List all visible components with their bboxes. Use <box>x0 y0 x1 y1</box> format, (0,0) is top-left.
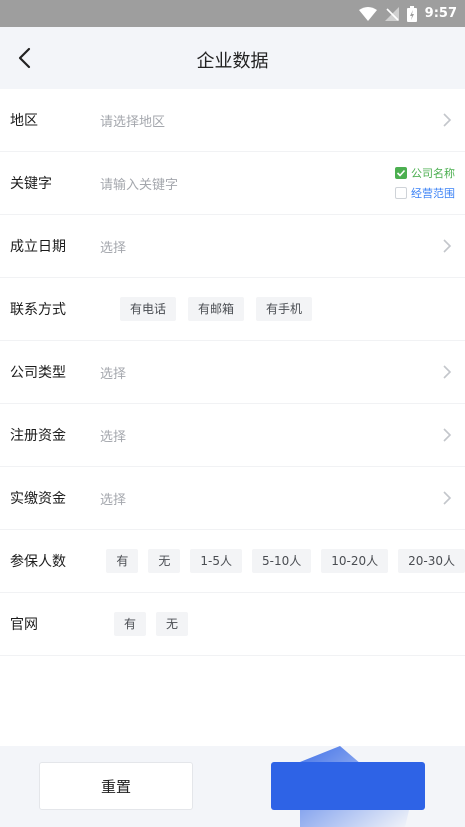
registered-capital-row[interactable]: 注册资金 选择 <box>0 404 465 467</box>
company-type-select[interactable]: 选择 <box>100 363 126 382</box>
chip-has-mobile[interactable]: 有手机 <box>256 297 313 321</box>
battery-icon <box>406 5 417 22</box>
chip-website-no[interactable]: 无 <box>156 612 189 636</box>
status-time: 9:57 <box>424 6 457 21</box>
keyword-label: 关键字 <box>10 176 52 192</box>
chip-has-email[interactable]: 有邮箱 <box>188 297 245 321</box>
chevron-right-icon <box>443 428 452 442</box>
chevron-right-icon <box>443 365 452 379</box>
chip-insured-1-5[interactable]: 1-5人 <box>190 549 242 573</box>
chip-insured-20-30[interactable]: 20-30人 <box>398 549 465 573</box>
option-business-scope[interactable]: 经营范围 <box>395 183 455 203</box>
company-type-row[interactable]: 公司类型 选择 <box>0 341 465 404</box>
company-type-label: 公司类型 <box>10 365 66 381</box>
chevron-right-icon <box>443 491 452 505</box>
confirm-button[interactable] <box>271 762 425 810</box>
option-company-name[interactable]: 公司名称 <box>395 163 455 183</box>
bottom-action-bar: 重置 <box>0 746 465 827</box>
option-company-name-label: 公司名称 <box>411 167 455 180</box>
paid-capital-select[interactable]: 选择 <box>100 489 126 508</box>
chip-insured-5-10[interactable]: 5-10人 <box>252 549 312 573</box>
chip-has-phone[interactable]: 有电话 <box>120 297 177 321</box>
registered-capital-select[interactable]: 选择 <box>100 426 126 445</box>
option-business-scope-label: 经营范围 <box>411 187 455 200</box>
contact-row: 联系方式 有电话 有邮箱 有手机 <box>0 278 465 341</box>
chip-insured-10-20[interactable]: 10-20人 <box>321 549 389 573</box>
paid-capital-row[interactable]: 实缴资金 选择 <box>0 467 465 530</box>
chip-insured-yes[interactable]: 有 <box>106 549 139 573</box>
website-row: 官网 有 无 <box>0 593 465 656</box>
founded-date-row[interactable]: 成立日期 选择 <box>0 215 465 278</box>
chevron-right-icon <box>443 113 452 127</box>
paid-capital-label: 实缴资金 <box>10 491 66 507</box>
signal-off-icon <box>384 6 399 21</box>
contact-label: 联系方式 <box>10 302 66 318</box>
checkbox-unchecked-icon <box>395 187 407 199</box>
keyword-scope-options: 公司名称 经营范围 <box>395 163 455 203</box>
chip-website-yes[interactable]: 有 <box>114 612 147 636</box>
region-label: 地区 <box>10 113 38 129</box>
keyword-input[interactable]: 请输入关键字 <box>100 174 178 193</box>
filter-form: 地区 请选择地区 关键字 请输入关键字 成立日期 选择 联系方式 有电话 有邮箱… <box>0 89 465 656</box>
reset-button[interactable]: 重置 <box>39 762 193 810</box>
wifi-icon <box>358 6 377 21</box>
status-bar: 9:57 <box>0 0 465 27</box>
chevron-right-icon <box>443 239 452 253</box>
region-select[interactable]: 请选择地区 <box>100 111 165 130</box>
insured-count-row: 参保人数 有 无 1-5人 5-10人 10-20人 20-30人 <box>0 530 465 593</box>
region-row[interactable]: 地区 请选择地区 <box>0 89 465 152</box>
founded-date-label: 成立日期 <box>10 239 66 255</box>
founded-date-select[interactable]: 选择 <box>100 237 126 256</box>
chip-insured-no[interactable]: 无 <box>148 549 181 573</box>
website-label: 官网 <box>10 617 38 633</box>
checkbox-checked-icon <box>395 167 407 179</box>
insured-count-label: 参保人数 <box>10 554 66 570</box>
registered-capital-label: 注册资金 <box>10 428 66 444</box>
page-title: 企业数据 <box>196 51 269 72</box>
top-app-bar: 企业数据 <box>0 27 465 89</box>
